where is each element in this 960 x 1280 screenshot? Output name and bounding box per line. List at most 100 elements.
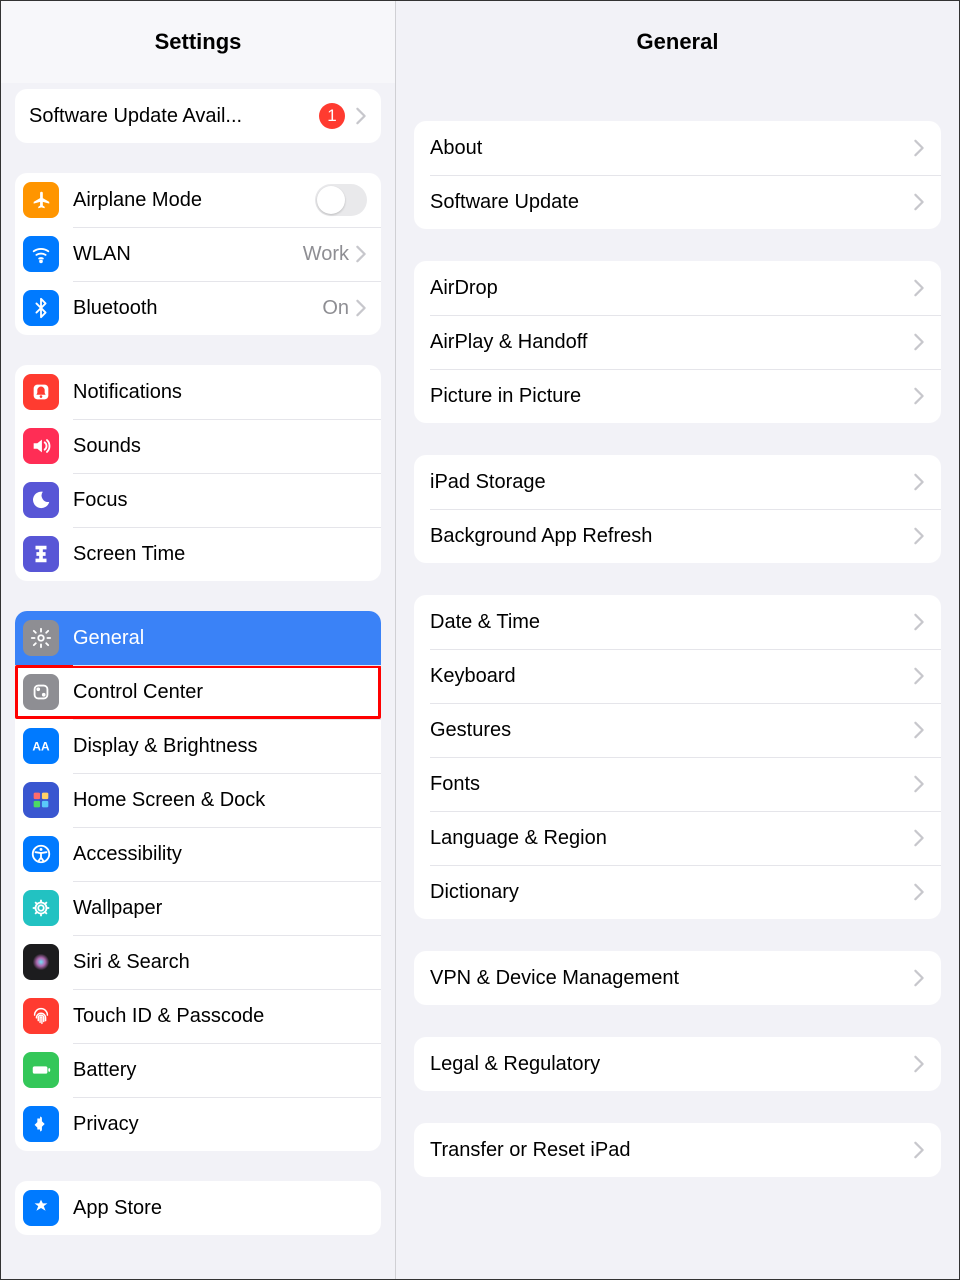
- content-group: About Software Update: [414, 121, 941, 229]
- sidebar-item-label: Notifications: [73, 381, 367, 404]
- accessibility-icon: [23, 836, 59, 872]
- general-icon: [23, 620, 59, 656]
- content-row[interactable]: AirPlay & Handoff: [414, 315, 941, 369]
- sidebar-item-airplane[interactable]: Airplane Mode: [15, 173, 381, 227]
- sidebar-item-screentime[interactable]: Screen Time: [15, 527, 381, 581]
- content-group: AirDrop AirPlay & HandoffPicture in Pictu…: [414, 261, 941, 423]
- chevron-right-icon: [355, 245, 367, 263]
- controlcenter-icon: [23, 674, 59, 710]
- chevron-right-icon: [913, 883, 925, 901]
- chevron-right-icon: [913, 1141, 925, 1159]
- sidebar-item-wallpaper[interactable]: Wallpaper: [15, 881, 381, 935]
- content-row[interactable]: Keyboard: [414, 649, 941, 703]
- content-row[interactable]: Dictionary: [414, 865, 941, 919]
- content-row[interactable]: Background App Refresh: [414, 509, 941, 563]
- general-group: General Control Center AA Display & Brightn…: [15, 611, 381, 1151]
- software-update-banner[interactable]: Software Update Avail... 1: [15, 89, 381, 143]
- sidebar-item-label: Display & Brightness: [73, 735, 367, 758]
- network-group: Airplane ModeWLANWorkBluetoothOn: [15, 173, 381, 335]
- content-row[interactable]: VPN & Device Management: [414, 951, 941, 1005]
- sidebar-item-label: Screen Time: [73, 543, 367, 566]
- content-group: VPN & Device Management: [414, 951, 941, 1005]
- sidebar-item-notifications[interactable]: Notifications: [15, 365, 381, 419]
- sidebar-item-wlan[interactable]: WLANWork: [15, 227, 381, 281]
- sidebar-item-homescreen[interactable]: Home Screen & Dock: [15, 773, 381, 827]
- chevron-right-icon: [355, 107, 367, 125]
- content-row-label: About: [430, 137, 913, 160]
- sounds-icon: [23, 428, 59, 464]
- sidebar-item-label: Focus: [73, 489, 367, 512]
- sidebar-item-bluetooth[interactable]: BluetoothOn: [15, 281, 381, 335]
- content-row-label: Date & Time: [430, 611, 913, 634]
- content-row-label: Language & Region: [430, 827, 913, 850]
- sidebar-item-controlcenter[interactable]: Control Center: [15, 665, 381, 719]
- wlan-icon: [23, 236, 59, 272]
- chevron-right-icon: [913, 721, 925, 739]
- sidebar-item-battery[interactable]: Battery: [15, 1043, 381, 1097]
- wallpaper-icon: [23, 890, 59, 926]
- sidebar-item-sounds[interactable]: Sounds: [15, 419, 381, 473]
- content-row[interactable]: Transfer or Reset iPad: [414, 1123, 941, 1177]
- svg-text:AA: AA: [32, 740, 50, 754]
- content-row[interactable]: About: [414, 121, 941, 175]
- sidebar-item-label: Accessibility: [73, 843, 367, 866]
- sidebar-item-label: Privacy: [73, 1113, 367, 1136]
- content-row[interactable]: Fonts: [414, 757, 941, 811]
- sidebar-item-label: App Store: [73, 1197, 367, 1220]
- content-row-label: Gestures: [430, 719, 913, 742]
- notifications-icon: [23, 374, 59, 410]
- content-row[interactable]: AirDrop: [414, 261, 941, 315]
- content-group: Date & Time Keyboard Gestures Fonts Language…: [414, 595, 941, 919]
- chevron-right-icon: [913, 279, 925, 297]
- content-title: General: [396, 1, 959, 83]
- sidebar-item-focus[interactable]: Focus: [15, 473, 381, 527]
- display-icon: AA: [23, 728, 59, 764]
- chevron-right-icon: [913, 473, 925, 491]
- sidebar-item-value: On: [322, 297, 349, 320]
- content-pane: General About Software Update AirDrop AirPl…: [396, 1, 959, 1279]
- content-row[interactable]: Legal & Regulatory: [414, 1037, 941, 1091]
- chevron-right-icon: [913, 775, 925, 793]
- content-row-label: Fonts: [430, 773, 913, 796]
- chevron-right-icon: [913, 387, 925, 405]
- content-row-label: Transfer or Reset iPad: [430, 1139, 913, 1162]
- sidebar-item-label: Bluetooth: [73, 297, 322, 320]
- content-scroll[interactable]: About Software Update AirDrop AirPlay & Han…: [396, 83, 959, 1279]
- chevron-right-icon: [913, 613, 925, 631]
- sidebar-scroll[interactable]: Software Update Avail... 1 Airplane Mode…: [1, 83, 395, 1279]
- notifications-group: Notifications Sounds Focus Screen Time: [15, 365, 381, 581]
- airplane-toggle[interactable]: [315, 184, 367, 216]
- sidebar-item-label: General: [73, 627, 367, 650]
- sidebar-item-label: WLAN: [73, 243, 303, 266]
- content-row-label: Dictionary: [430, 881, 913, 904]
- chevron-right-icon: [913, 527, 925, 545]
- appstore-icon: [23, 1190, 59, 1226]
- content-row[interactable]: Picture in Picture: [414, 369, 941, 423]
- content-row-label: Software Update: [430, 191, 913, 214]
- content-group: Legal & Regulatory: [414, 1037, 941, 1091]
- sidebar-title: Settings: [1, 1, 395, 83]
- sidebar-item-appstore[interactable]: App Store: [15, 1181, 381, 1235]
- screentime-icon: [23, 536, 59, 572]
- content-row-label: AirDrop: [430, 277, 913, 300]
- settings-sidebar: Settings Software Update Avail... 1 Airp…: [1, 1, 396, 1279]
- sidebar-item-label: Airplane Mode: [73, 189, 315, 212]
- sidebar-item-touchid[interactable]: Touch ID & Passcode: [15, 989, 381, 1043]
- banner-badge: 1: [319, 103, 345, 129]
- content-group: Transfer or Reset iPad: [414, 1123, 941, 1177]
- sidebar-item-display[interactable]: AA Display & Brightness: [15, 719, 381, 773]
- content-row[interactable]: iPad Storage: [414, 455, 941, 509]
- content-row[interactable]: Date & Time: [414, 595, 941, 649]
- content-row[interactable]: Gestures: [414, 703, 941, 757]
- sidebar-item-general[interactable]: General: [15, 611, 381, 665]
- privacy-icon: [23, 1106, 59, 1142]
- bluetooth-icon: [23, 290, 59, 326]
- sidebar-item-siri[interactable]: Siri & Search: [15, 935, 381, 989]
- battery-icon: [23, 1052, 59, 1088]
- sidebar-item-accessibility[interactable]: Accessibility: [15, 827, 381, 881]
- homescreen-icon: [23, 782, 59, 818]
- sidebar-item-privacy[interactable]: Privacy: [15, 1097, 381, 1151]
- content-row-label: Legal & Regulatory: [430, 1053, 913, 1076]
- content-row[interactable]: Software Update: [414, 175, 941, 229]
- content-row[interactable]: Language & Region: [414, 811, 941, 865]
